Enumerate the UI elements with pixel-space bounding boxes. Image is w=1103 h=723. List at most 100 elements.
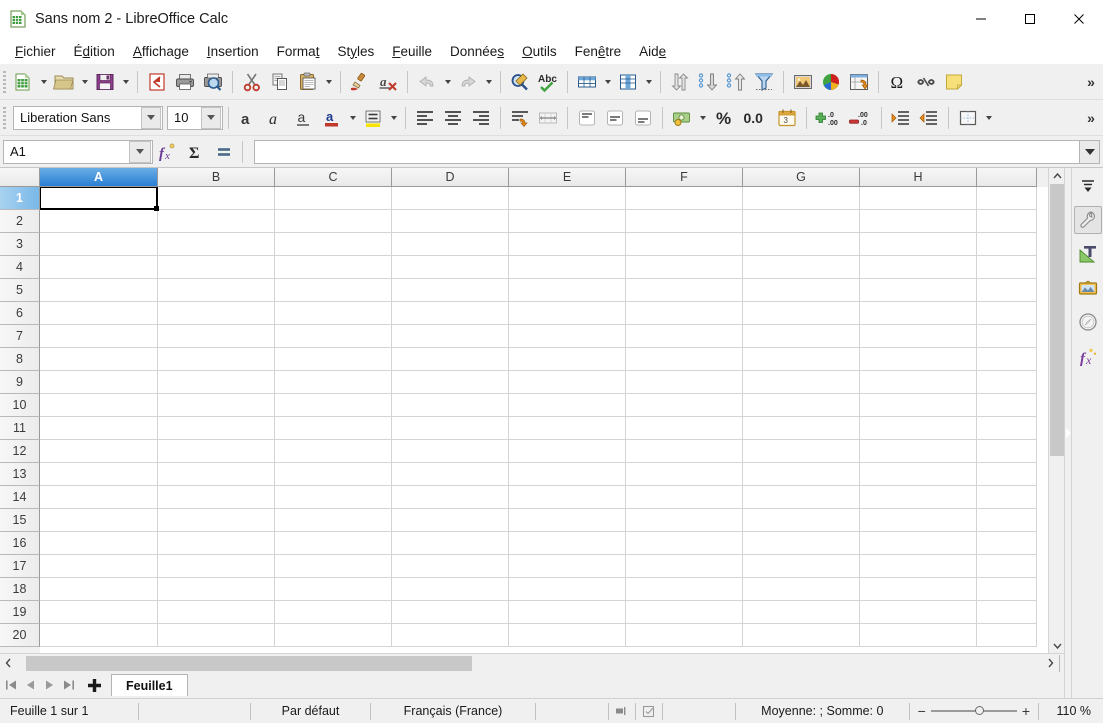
cell-C16[interactable] xyxy=(275,532,392,555)
scroll-right-button[interactable] xyxy=(1042,655,1058,672)
maximize-button[interactable] xyxy=(1005,0,1054,38)
cell-B12[interactable] xyxy=(158,440,275,463)
cell-G10[interactable] xyxy=(743,394,860,417)
cell-D7[interactable] xyxy=(392,325,509,348)
cell-F5[interactable] xyxy=(626,279,743,302)
cell-E19[interactable] xyxy=(509,601,626,624)
insert-image-button[interactable] xyxy=(789,67,817,97)
row-header-13[interactable]: 13 xyxy=(0,463,40,486)
cell-B10[interactable] xyxy=(158,394,275,417)
formatting-toolbar-overflow[interactable]: » xyxy=(1079,100,1103,135)
scroll-up-button[interactable] xyxy=(1049,168,1065,184)
cell-H4[interactable] xyxy=(860,256,977,279)
clear-formatting-button[interactable]: a xyxy=(374,67,402,97)
row-header-20[interactable]: 20 xyxy=(0,624,40,647)
cell-E15[interactable] xyxy=(509,509,626,532)
row-header-14[interactable]: 14 xyxy=(0,486,40,509)
cell-D5[interactable] xyxy=(392,279,509,302)
cell-F10[interactable] xyxy=(626,394,743,417)
special-character-button[interactable]: Ω xyxy=(884,67,912,97)
cell-C15[interactable] xyxy=(275,509,392,532)
formula-input[interactable] xyxy=(254,139,1080,164)
redo-button[interactable] xyxy=(454,67,482,97)
cell-A7[interactable] xyxy=(40,325,158,348)
cell-C18[interactable] xyxy=(275,578,392,601)
scroll-down-button[interactable] xyxy=(1049,637,1065,653)
cell-G9[interactable] xyxy=(743,371,860,394)
horizontal-scroll-track[interactable] xyxy=(16,655,1042,671)
cell-x20[interactable] xyxy=(977,624,1037,647)
cell-H16[interactable] xyxy=(860,532,977,555)
cell-C13[interactable] xyxy=(275,463,392,486)
cell-D9[interactable] xyxy=(392,371,509,394)
cell-H14[interactable] xyxy=(860,486,977,509)
cell-H2[interactable] xyxy=(860,210,977,233)
cell-D11[interactable] xyxy=(392,417,509,440)
pivot-table-button[interactable] xyxy=(845,67,873,97)
cell-A17[interactable] xyxy=(40,555,158,578)
cell-A14[interactable] xyxy=(40,486,158,509)
zoom-slider-track[interactable] xyxy=(930,706,1017,715)
cell-D12[interactable] xyxy=(392,440,509,463)
cell-A18[interactable] xyxy=(40,578,158,601)
menu-outils[interactable]: Outils xyxy=(513,41,566,62)
insert-column-button[interactable] xyxy=(614,67,642,97)
cell-x13[interactable] xyxy=(977,463,1037,486)
cell-E16[interactable] xyxy=(509,532,626,555)
font-size-dropdown[interactable] xyxy=(201,106,221,129)
cell-E5[interactable] xyxy=(509,279,626,302)
cell-A5[interactable] xyxy=(40,279,158,302)
italic-button[interactable]: a xyxy=(262,103,290,133)
cell-F8[interactable] xyxy=(626,348,743,371)
standard-toolbar-overflow[interactable]: » xyxy=(1079,64,1103,99)
cell-E2[interactable] xyxy=(509,210,626,233)
cell-C9[interactable] xyxy=(275,371,392,394)
cell-C5[interactable] xyxy=(275,279,392,302)
row-header-3[interactable]: 3 xyxy=(0,233,40,256)
new-document-button[interactable] xyxy=(9,67,37,97)
cell-B15[interactable] xyxy=(158,509,275,532)
formula-expand-button[interactable] xyxy=(1080,139,1100,164)
column-header-C[interactable]: C xyxy=(275,168,392,187)
cell-H18[interactable] xyxy=(860,578,977,601)
cell-G11[interactable] xyxy=(743,417,860,440)
cell-x12[interactable] xyxy=(977,440,1037,463)
highlight-color-button[interactable] xyxy=(359,103,387,133)
next-sheet-icon[interactable] xyxy=(40,674,59,696)
minimize-button[interactable] xyxy=(956,0,1005,38)
undo-dropdown[interactable] xyxy=(441,67,454,97)
increase-indent-button[interactable] xyxy=(887,103,915,133)
cell-F7[interactable] xyxy=(626,325,743,348)
row-header-19[interactable]: 19 xyxy=(0,601,40,624)
insert-row-dropdown[interactable] xyxy=(601,67,614,97)
cell-F6[interactable] xyxy=(626,302,743,325)
cell-D19[interactable] xyxy=(392,601,509,624)
insert-row-button[interactable] xyxy=(573,67,601,97)
cell-H17[interactable] xyxy=(860,555,977,578)
cell-D8[interactable] xyxy=(392,348,509,371)
font-color-dropdown[interactable] xyxy=(346,103,359,133)
sheet-count-status[interactable]: Feuille 1 sur 1 xyxy=(0,702,138,721)
row-header-15[interactable]: 15 xyxy=(0,509,40,532)
cell-x19[interactable] xyxy=(977,601,1037,624)
cell-A20[interactable] xyxy=(40,624,158,647)
align-center-button[interactable] xyxy=(439,103,467,133)
document-modified-icon[interactable] xyxy=(636,702,662,721)
cell-F17[interactable] xyxy=(626,555,743,578)
column-header-E[interactable]: E xyxy=(509,168,626,187)
menu-fichier[interactable]: Fichier xyxy=(6,41,65,62)
cell-H6[interactable] xyxy=(860,302,977,325)
sidebar-settings-icon[interactable] xyxy=(1074,172,1102,200)
align-top-button[interactable] xyxy=(573,103,601,133)
cell-A19[interactable] xyxy=(40,601,158,624)
cell-G19[interactable] xyxy=(743,601,860,624)
cell-x7[interactable] xyxy=(977,325,1037,348)
gallery-picture-icon[interactable] xyxy=(1074,274,1102,302)
cell-G12[interactable] xyxy=(743,440,860,463)
cell-D18[interactable] xyxy=(392,578,509,601)
cell-H5[interactable] xyxy=(860,279,977,302)
column-header-F[interactable]: F xyxy=(626,168,743,187)
name-box-dropdown[interactable] xyxy=(129,140,151,163)
delete-decimal-button[interactable]: .00 .0 xyxy=(844,103,876,133)
cell-C2[interactable] xyxy=(275,210,392,233)
